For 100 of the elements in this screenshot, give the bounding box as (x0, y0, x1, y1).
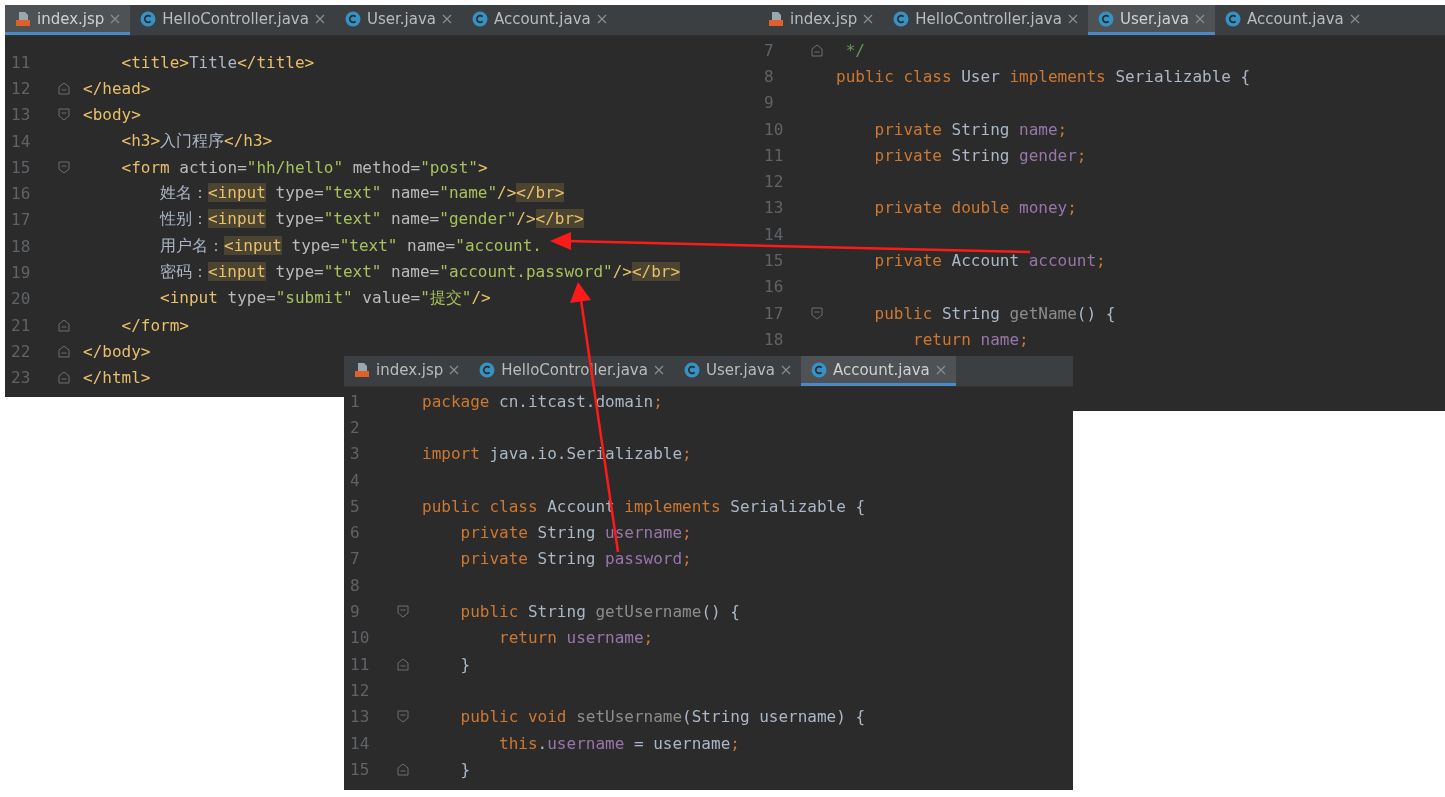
line-number: 9 (763, 93, 775, 113)
line-number: 7 (763, 40, 775, 60)
code-line: <form action="hh/hello" method="post"> (120, 157, 488, 177)
fold-icon[interactable] (58, 160, 70, 174)
class-icon (140, 10, 157, 27)
code-line: 姓名：<input type="text" name="name"/></br> (159, 183, 565, 205)
file-tab[interactable]: HelloController.java (883, 5, 1088, 35)
line-number: 1 (349, 391, 361, 411)
line-number: 18 (10, 236, 32, 256)
fold-icon[interactable] (811, 306, 823, 320)
close-icon[interactable] (1349, 13, 1360, 24)
code-line: </head> (83, 78, 151, 98)
code-line: private double money; (873, 198, 1077, 218)
code-line: return username; (498, 628, 654, 648)
line-number: 12 (763, 172, 785, 192)
file-tab[interactable]: index.jsp (344, 356, 470, 386)
close-icon[interactable] (449, 364, 460, 375)
code-line: public class User implements Serializable { (836, 66, 1251, 86)
code-line: } (459, 759, 471, 779)
code-line: </html> (83, 368, 151, 388)
class-icon (1097, 10, 1114, 27)
line-number: 11 (349, 654, 371, 674)
fold-icon[interactable] (58, 344, 70, 358)
close-icon[interactable] (441, 13, 452, 24)
code-line: } (459, 654, 471, 674)
class-icon (1224, 10, 1241, 27)
line-number: 9 (349, 602, 361, 621)
code-line: public void setUsername(String username) { (459, 707, 866, 727)
code-line: <input type="submit" value="提交"/> (159, 288, 491, 310)
file-tab[interactable]: index.jsp (5, 5, 131, 35)
close-icon[interactable] (780, 364, 791, 375)
line-number: 7 (349, 549, 361, 569)
fold-icon[interactable] (58, 108, 70, 122)
line-number: 5 (349, 496, 361, 516)
class-icon (810, 361, 827, 378)
close-icon[interactable] (935, 364, 946, 375)
code-line: 密码：<input type="text" name="account.password"/></br> (159, 262, 681, 283)
line-number: 8 (349, 575, 361, 595)
line-number: 17 (10, 210, 32, 230)
close-icon[interactable] (596, 13, 607, 24)
line-number: 22 (10, 341, 32, 361)
code-line: this.username = username; (498, 733, 740, 753)
close-icon[interactable] (110, 13, 121, 24)
line-number: 10 (349, 628, 371, 648)
fold-icon[interactable] (397, 762, 409, 776)
fold-icon[interactable] (397, 710, 409, 724)
line-number: 13 (763, 198, 785, 218)
line-number: 15 (763, 251, 785, 270)
fold-icon[interactable] (397, 605, 409, 618)
fold-icon[interactable] (811, 43, 823, 57)
line-number: 14 (763, 224, 785, 244)
code-line: public String getUsername() { (459, 602, 740, 621)
line-number: 16 (763, 277, 785, 297)
code-line: </body> (83, 341, 151, 361)
class-icon (479, 361, 496, 378)
file-tab[interactable]: index.jsp (758, 5, 884, 35)
close-icon[interactable] (653, 364, 664, 375)
close-icon[interactable] (863, 13, 874, 24)
code-line: return name; (912, 329, 1029, 349)
close-icon[interactable] (1194, 13, 1205, 24)
close-icon[interactable] (314, 13, 325, 24)
code-line: <h3>入门程序</h3> (120, 130, 273, 152)
class-icon (893, 10, 910, 27)
line-number: 14 (349, 733, 371, 753)
file-tab[interactable]: Account.java (461, 5, 617, 35)
class-icon (683, 361, 700, 378)
line-number: 11 (10, 52, 32, 72)
jsp-file-icon (354, 361, 370, 378)
file-tab[interactable]: HelloController.java (130, 5, 335, 35)
fold-icon[interactable] (397, 657, 409, 671)
line-number: 13 (10, 105, 32, 125)
line-number: 16 (10, 184, 32, 204)
fold-icon[interactable] (58, 318, 70, 332)
line-number: 10 (763, 119, 785, 139)
file-tab[interactable]: User.java (673, 356, 801, 386)
jsp-file-icon (15, 10, 31, 27)
close-icon[interactable] (1067, 13, 1078, 24)
file-tab[interactable]: User.java (1087, 5, 1215, 35)
line-number: 12 (349, 680, 371, 700)
line-number: 4 (349, 470, 361, 490)
code-line: 用户名：<input type="text" name="account. (159, 235, 542, 257)
line-number: 19 (10, 263, 32, 282)
line-number: 12 (10, 78, 32, 98)
code-line: 性别：<input type="text" name="gender"/></br> (158, 209, 584, 231)
file-tab[interactable]: Account.java (800, 356, 956, 386)
line-number: 11 (763, 145, 785, 165)
file-tab[interactable]: Account.java (1214, 5, 1370, 35)
file-tab[interactable]: User.java (334, 5, 462, 35)
line-number: 3 (349, 444, 361, 464)
class-icon (471, 10, 488, 27)
line-number: 23 (10, 368, 32, 388)
line-number: 21 (10, 315, 32, 335)
fold-icon[interactable] (58, 81, 70, 95)
code-line: </form> (120, 315, 189, 335)
line-number: 15 (349, 759, 371, 779)
line-number: 2 (349, 417, 361, 437)
code-line: public String getName() { (873, 303, 1116, 323)
fold-icon[interactable] (58, 371, 70, 385)
jsp-file-icon (768, 10, 784, 27)
code-line: private Account account; (873, 251, 1106, 270)
